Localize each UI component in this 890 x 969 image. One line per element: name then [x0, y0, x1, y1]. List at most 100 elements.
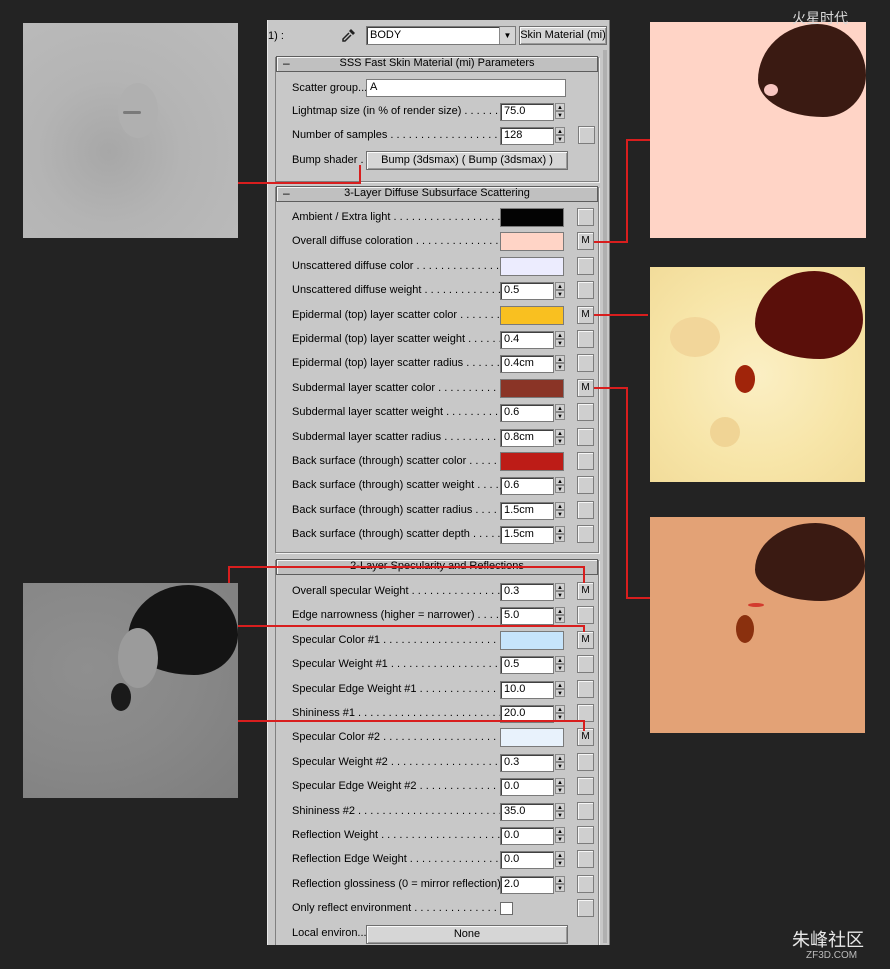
value-spinner[interactable]: 0.6 ▲ ▼	[500, 404, 565, 423]
map-button[interactable]	[577, 256, 594, 275]
samples-spinner[interactable]: 128 ▲ ▼	[500, 127, 565, 145]
map-button[interactable]	[577, 500, 594, 519]
sss-rollout-header[interactable]: – 3-Layer Diffuse Subsurface Scattering	[276, 186, 598, 202]
map-button[interactable]	[577, 801, 594, 820]
color-swatch[interactable]	[500, 208, 564, 227]
bump-shader-button[interactable]: Bump (3dsmax) ( Bump (3dsmax) )	[366, 151, 568, 170]
value-spinner[interactable]: 1.5cm ▲ ▼	[500, 501, 565, 520]
map-button-assigned[interactable]: M	[577, 582, 594, 600]
value-spinner[interactable]: 0.5 ▲ ▼	[500, 282, 565, 301]
scatter-group-input[interactable]: A	[366, 79, 566, 97]
color-swatch[interactable]	[500, 232, 564, 252]
eyedropper-icon[interactable]	[340, 26, 358, 44]
map-button[interactable]	[577, 427, 594, 446]
spinner-arrows[interactable]: ▲ ▼	[555, 875, 565, 893]
map-button[interactable]	[577, 281, 594, 300]
map-button-assigned[interactable]: M	[577, 728, 594, 747]
spinner-arrows[interactable]: ▲ ▼	[555, 778, 565, 795]
value-spinner[interactable]: 0.3 ▲ ▼	[500, 753, 565, 772]
color-swatch[interactable]	[500, 452, 564, 471]
spinner-arrows[interactable]: ▲ ▼	[555, 802, 565, 820]
material-type-button[interactable]: Skin Material (mi)	[519, 26, 607, 45]
lips-region	[735, 365, 755, 393]
spinner-arrows[interactable]: ▲ ▼	[555, 705, 565, 722]
reflect-env-checkbox[interactable]	[500, 902, 513, 916]
spec-row: Local environ... None	[292, 924, 602, 944]
face-region	[118, 628, 158, 688]
spinner-arrows[interactable]: ▲ ▼	[555, 753, 565, 771]
map-button-assigned[interactable]: M	[577, 305, 594, 324]
color-swatch[interactable]	[500, 305, 564, 325]
map-button-assigned[interactable]: M	[577, 630, 594, 649]
params-rollout-header[interactable]: – SSS Fast Skin Material (mi) Parameters	[276, 56, 598, 72]
spinner-arrows[interactable]: ▲ ▼	[555, 526, 565, 543]
material-name-dropdown[interactable]: BODY ▼	[366, 26, 516, 45]
value-spinner[interactable]: 0.8cm ▲ ▼	[500, 428, 565, 447]
spinner-arrows[interactable]: ▲ ▼	[555, 680, 565, 698]
spinner-arrows[interactable]: ▲ ▼	[555, 404, 565, 421]
local-environ-button[interactable]: None	[366, 924, 568, 944]
color-swatch[interactable]	[500, 630, 564, 650]
value-spinner[interactable]: 0.4 ▲ ▼	[500, 331, 565, 349]
spinner-arrows[interactable]: ▲ ▼	[555, 428, 565, 446]
spec-row: Specular Edge Weight #1 . . . . . . . . …	[292, 679, 602, 700]
chevron-down-icon[interactable]: ▼	[499, 27, 515, 44]
map-button[interactable]	[577, 452, 594, 470]
spinner-arrows[interactable]: ▲ ▼	[555, 127, 565, 144]
spinner-arrows[interactable]: ▲ ▼	[555, 607, 565, 624]
map-button[interactable]	[577, 752, 594, 771]
spinner-arrows[interactable]: ▲ ▼	[555, 656, 565, 673]
spinner-arrows[interactable]: ▲ ▼	[555, 355, 565, 372]
map-button[interactable]	[577, 525, 594, 544]
map-button[interactable]	[577, 679, 594, 698]
value-spinner[interactable]: 35.0 ▲ ▼	[500, 802, 565, 821]
map-button[interactable]	[577, 826, 594, 844]
color-swatch[interactable]	[500, 728, 564, 748]
map-button[interactable]	[577, 777, 594, 796]
material-editor-panel: 1) : BODY ▼ Skin Material (mi) – SSS Fas…	[267, 20, 610, 945]
value-spinner[interactable]: 0.0 ▲ ▼	[500, 851, 565, 870]
spinner-arrows[interactable]: ▲ ▼	[555, 827, 565, 844]
samples-label: Number of samples . . . . . . . . . . . …	[292, 129, 502, 141]
map-button[interactable]	[577, 354, 594, 373]
sss-row: Subdermal layer scatter weight . . . . .…	[292, 403, 602, 423]
spinner-arrows[interactable]: ▲ ▼	[555, 583, 565, 600]
value-spinner[interactable]: 1.5cm ▲ ▼	[500, 526, 565, 545]
spec-row: Only reflect environment . . . . . . . .…	[292, 899, 602, 919]
spinner-arrows[interactable]: ▲ ▼	[555, 501, 565, 519]
lightmap-label: Lightmap size (in % of render size) . . …	[292, 105, 502, 117]
color-swatch[interactable]	[500, 378, 564, 398]
map-button[interactable]	[577, 850, 594, 869]
map-button[interactable]	[577, 476, 594, 495]
spinner-arrows[interactable]: ▲ ▼	[555, 851, 565, 868]
lightmap-spinner[interactable]: 75.0 ▲ ▼	[500, 103, 565, 121]
value-spinner[interactable]: 0.0 ▲ ▼	[500, 778, 565, 797]
value-spinner[interactable]: 0.6 ▲ ▼	[500, 477, 565, 496]
color-swatch[interactable]	[500, 256, 564, 276]
map-button[interactable]	[577, 874, 594, 893]
map-button[interactable]	[577, 899, 594, 918]
map-button[interactable]	[577, 208, 594, 226]
spinner-arrows[interactable]: ▲ ▼	[555, 477, 565, 494]
value-spinner[interactable]: 20.0 ▲ ▼	[500, 705, 565, 723]
value-spinner[interactable]: 5.0 ▲ ▼	[500, 607, 565, 626]
value-spinner[interactable]: 0.0 ▲ ▼	[500, 827, 565, 845]
value-spinner[interactable]: 10.0 ▲ ▼	[500, 680, 565, 699]
spinner-arrows[interactable]: ▲ ▼	[555, 282, 565, 299]
map-button[interactable]	[577, 606, 594, 625]
samples-map-button[interactable]	[578, 126, 595, 144]
map-button[interactable]	[577, 403, 594, 422]
map-button[interactable]	[577, 330, 594, 348]
map-button[interactable]	[577, 704, 594, 722]
panel-scrollbar[interactable]	[603, 50, 607, 943]
spinner-arrows[interactable]: ▲ ▼	[555, 331, 565, 348]
value-spinner[interactable]: 0.3 ▲ ▼	[500, 583, 565, 601]
value-spinner[interactable]: 0.4cm ▲ ▼	[500, 355, 565, 374]
spec-rollout-header[interactable]: – 2-Layer Specularity and Reflections	[276, 559, 598, 575]
spinner-arrows[interactable]: ▲ ▼	[555, 103, 565, 120]
value-spinner[interactable]: 0.5 ▲ ▼	[500, 656, 565, 675]
map-button-assigned[interactable]: M	[577, 232, 594, 251]
map-button[interactable]	[577, 655, 594, 674]
map-button-assigned[interactable]: M	[577, 378, 594, 397]
value-spinner[interactable]: 2.0 ▲ ▼	[500, 875, 565, 894]
